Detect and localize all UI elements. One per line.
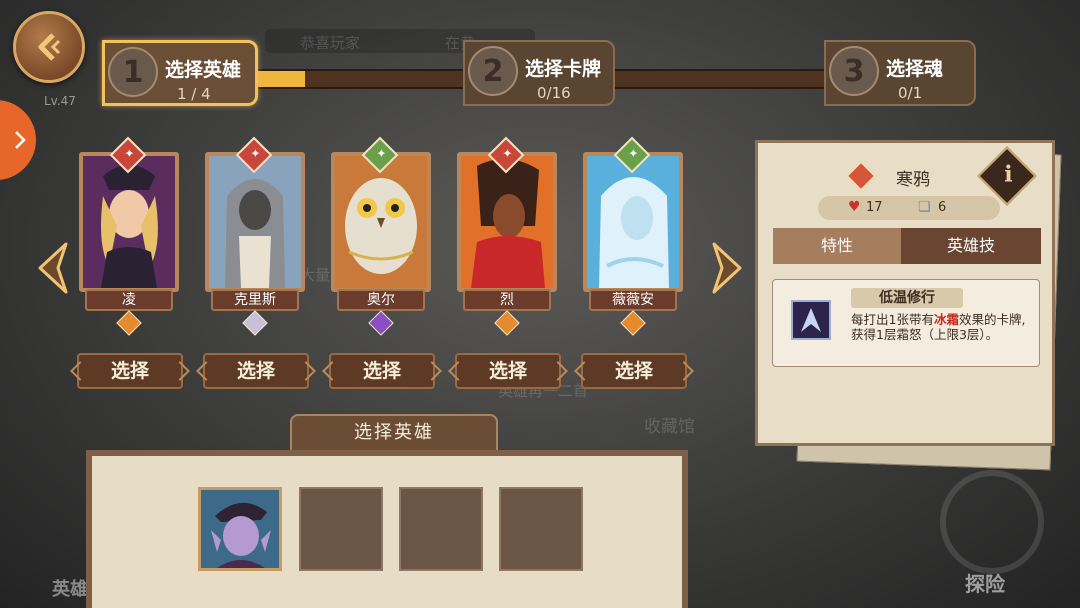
skill-title: 低温修行 <box>851 288 963 308</box>
empty-hero-slot[interactable] <box>499 487 583 571</box>
select-hero-button[interactable]: 选择 <box>203 353 309 389</box>
bg-ghost-text: 恭喜玩家 <box>300 34 361 52</box>
back-arrow-icon <box>38 33 61 61</box>
selected-heroes-panel <box>86 450 688 608</box>
step-count: 1 / 4 <box>177 85 211 103</box>
step-title: 选择卡牌 <box>525 58 602 80</box>
step-number: 1 <box>108 47 158 97</box>
rarity-gem-icon <box>620 310 646 336</box>
side-menu-tab[interactable] <box>0 100 36 180</box>
hero-name: 凌 <box>85 289 173 311</box>
explore-emblem <box>940 470 1044 574</box>
skill-card: 低温修行 每打出1张带有冰霜效果的卡牌,获得1层霜怒（上限3层）。 <box>772 279 1040 367</box>
select-hero-button[interactable]: 选择 <box>77 353 183 389</box>
skill-description: 每打出1张带有冰霜效果的卡牌,获得1层霜怒（上限3层）。 <box>851 312 1026 342</box>
hero-name: 烈 <box>463 289 551 311</box>
back-button[interactable] <box>13 11 85 83</box>
chevron-right-icon <box>15 131 26 149</box>
step-title: 选择魂 <box>886 58 944 80</box>
hp-value: 17 <box>866 200 883 215</box>
progress-track <box>250 69 484 89</box>
bg-ghost-text: 收藏馆 <box>644 417 695 437</box>
hero-portrait <box>457 152 557 292</box>
player-level: Lv.47 <box>44 94 76 108</box>
card-count-icon: ❏ <box>918 199 931 215</box>
hero-portrait <box>205 152 305 292</box>
info-icon: i <box>1004 161 1013 188</box>
empty-hero-slot[interactable] <box>399 487 483 571</box>
progress-track-2 <box>610 69 844 89</box>
rarity-gem-icon <box>494 310 520 336</box>
rarity-gem-icon <box>368 310 394 336</box>
hero-name: 克里斯 <box>211 289 299 311</box>
hero-name: 奥尔 <box>337 289 425 311</box>
selected-hero-portrait <box>201 490 279 568</box>
hero-detail-panel: 寒鸦 i ♥ 17 ❏ 6 特性 英雄技 低温修行 每打出1张带有冰霜效果的卡牌… <box>755 140 1055 446</box>
hero-portrait <box>79 152 179 292</box>
step-number: 3 <box>829 46 879 96</box>
frost-skill-icon <box>791 300 831 340</box>
step-count: 0/16 <box>537 84 571 102</box>
selected-hero-slot[interactable] <box>198 487 282 571</box>
heart-icon: ♥ <box>848 199 861 215</box>
hero-name: 薇薇安 <box>589 289 677 311</box>
step-select-cards[interactable]: 2 选择卡牌 0/16 <box>463 40 615 106</box>
step-select-hero[interactable]: 1 选择英雄 1 / 4 <box>102 40 258 106</box>
step-select-soul[interactable]: 3 选择魂 0/1 <box>824 40 976 106</box>
card-count-value: 6 <box>938 200 947 215</box>
step-count: 0/1 <box>898 84 923 102</box>
rarity-gem-icon <box>116 310 142 336</box>
empty-hero-slot[interactable] <box>299 487 383 571</box>
tab-traits[interactable]: 特性 <box>773 228 901 264</box>
select-hero-button[interactable]: 选择 <box>455 353 561 389</box>
next-page-arrow[interactable] <box>708 240 748 296</box>
progress-fill <box>252 71 305 87</box>
prev-page-arrow[interactable] <box>32 240 72 296</box>
explore-label: 探险 <box>965 572 1005 596</box>
hero-portrait <box>331 152 431 292</box>
step-title: 选择英雄 <box>165 59 242 81</box>
tab-hero-skill[interactable]: 英雄技 <box>901 228 1041 264</box>
detail-hero-name: 寒鸦 <box>896 170 930 190</box>
heroes-tab-label: 英雄 <box>52 579 88 600</box>
hero-class-icon <box>845 160 877 192</box>
step-number: 2 <box>468 46 518 96</box>
select-hero-button[interactable]: 选择 <box>329 353 435 389</box>
selected-heroes-title: 选择英雄 <box>290 414 498 452</box>
rarity-gem-icon <box>242 310 268 336</box>
select-hero-button[interactable]: 选择 <box>581 353 687 389</box>
hero-portrait <box>583 152 683 292</box>
hero-stats: ♥ 17 ❏ 6 <box>818 196 1000 220</box>
